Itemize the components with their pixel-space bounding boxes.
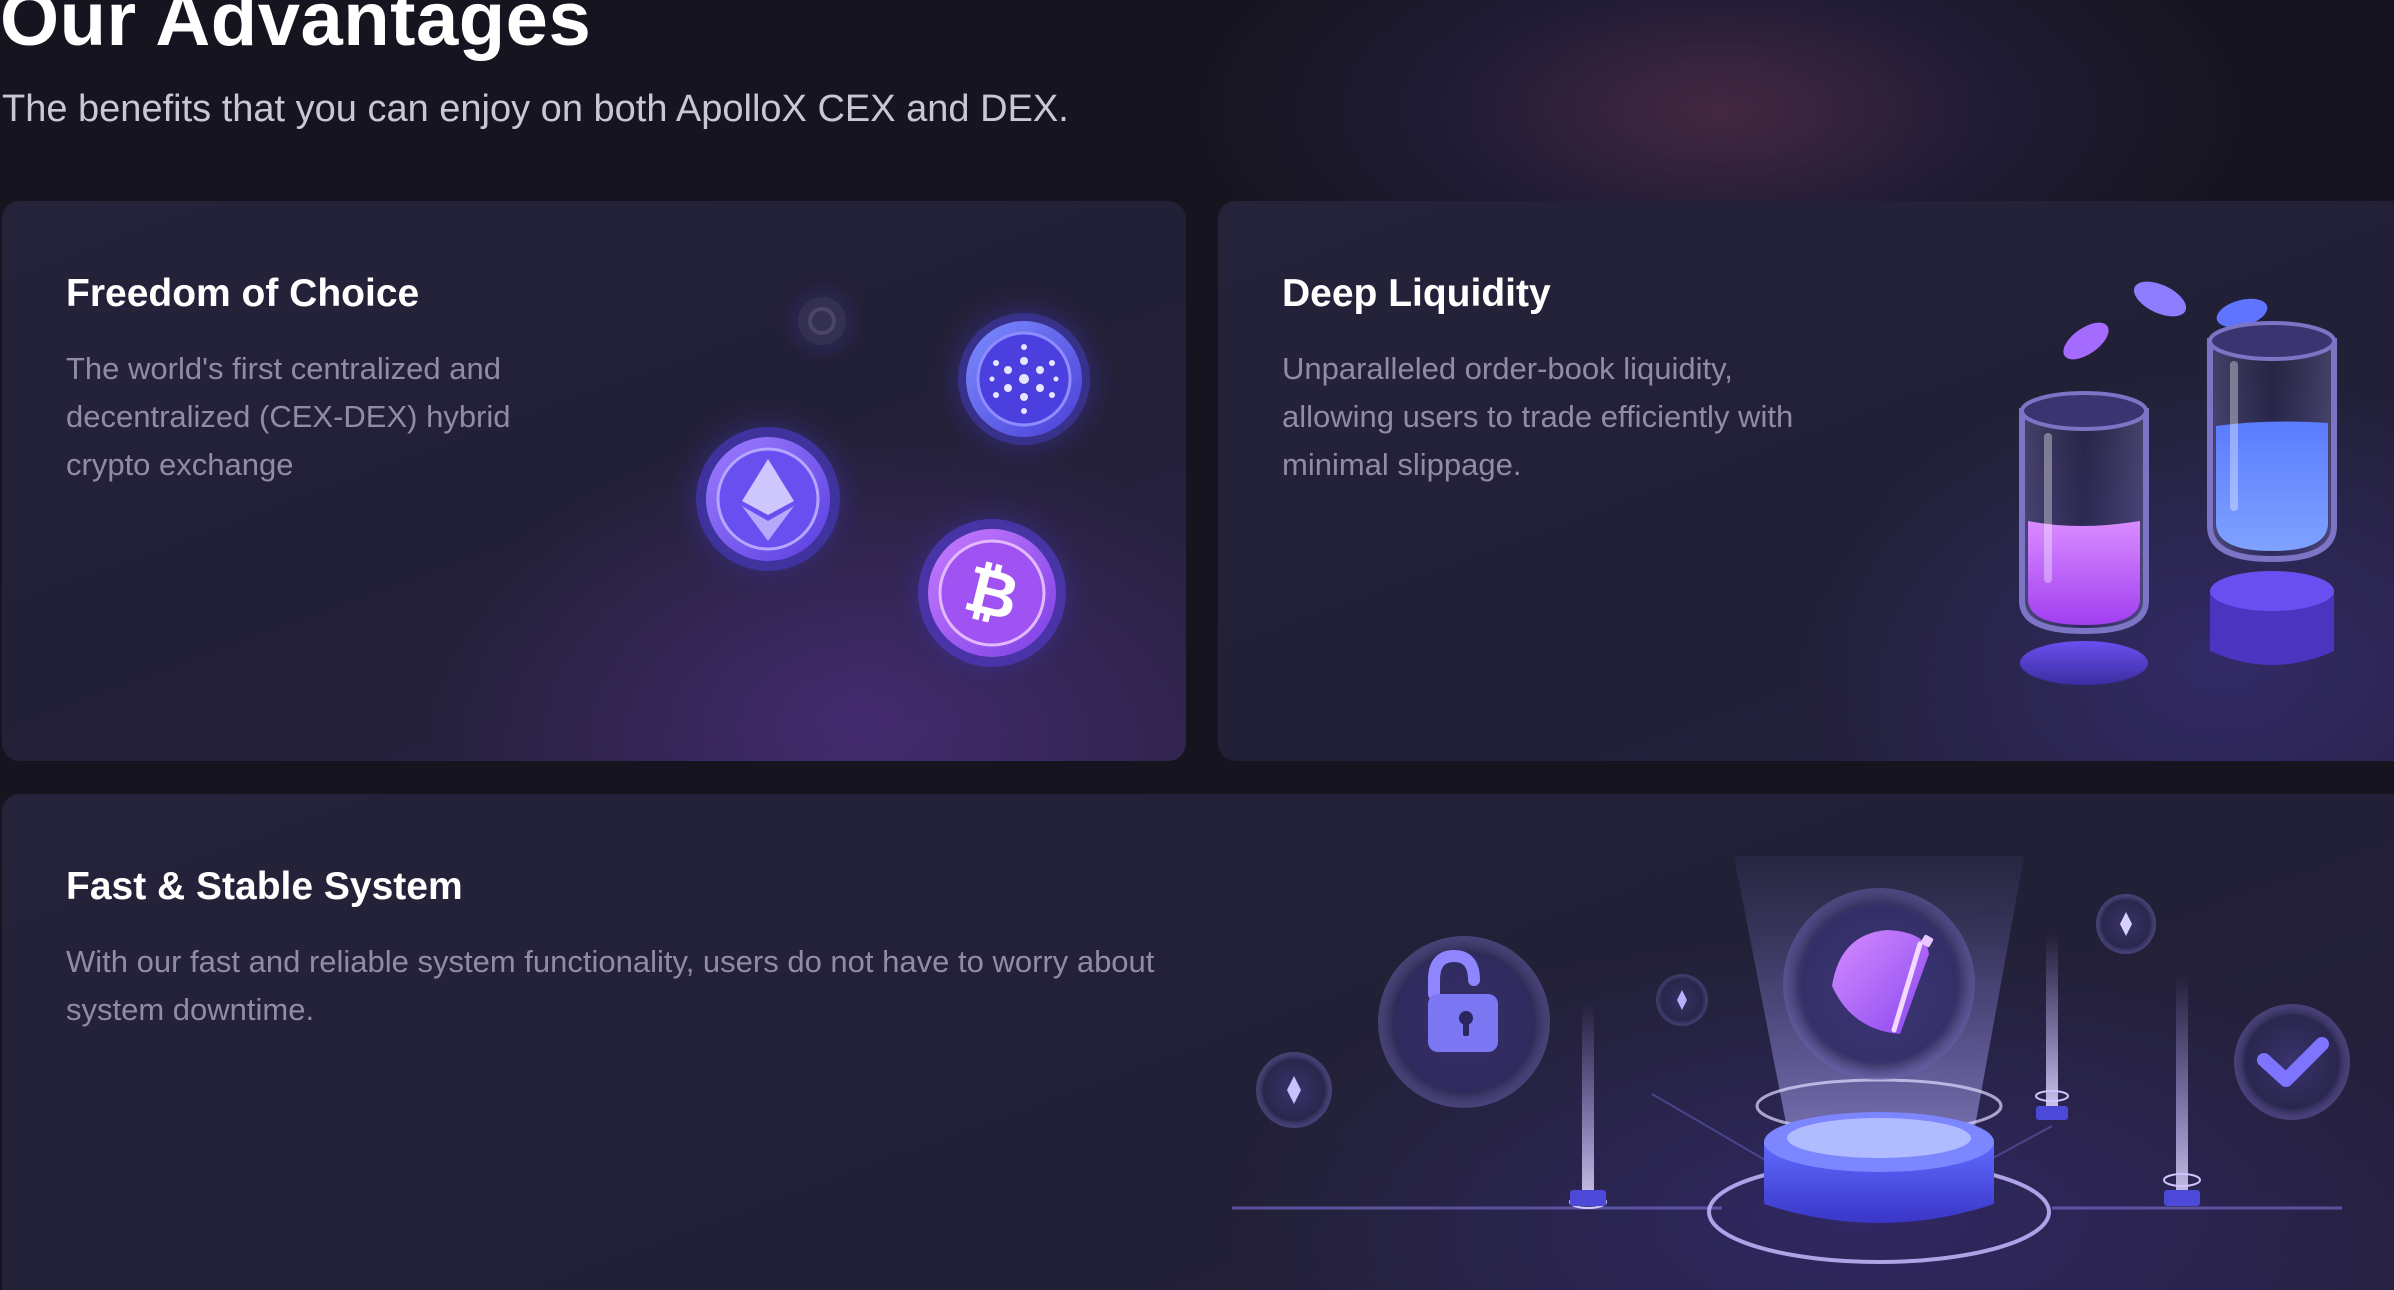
blurred-coin-icon [776, 275, 868, 367]
liquidity-tube-icon [2019, 391, 2149, 685]
pillar-mid-right [2035, 934, 2069, 1120]
card-fast-stable-system: Fast & Stable System With our fast and r… [2, 794, 2394, 1290]
section-subtitle: The benefits that you can enjoy on both … [2, 88, 1069, 130]
liquidity-tubes-illustration [2019, 281, 2337, 685]
diamond-icon [2096, 894, 2156, 954]
bitcoin-coin-icon: ₿ [888, 489, 1096, 697]
liquidity-tube-icon [2207, 321, 2337, 665]
advantages-page: Our Advantages The benefits that you can… [0, 0, 2394, 1290]
lock-icon [1378, 936, 1550, 1108]
cardano-coin-icon [930, 285, 1118, 473]
check-icon [2234, 1004, 2350, 1120]
logo-coin-icon [1783, 888, 1975, 1080]
card-deep-liquidity: Deep Liquidity Unparalleled order-book l… [1218, 201, 2394, 761]
diamond-icon [1256, 1052, 1332, 1128]
system-platform-illustration [1232, 856, 2350, 1264]
diamond-icon [1656, 974, 1708, 1026]
ethereum-coin-icon [666, 397, 870, 601]
pillar-left [1569, 1004, 1607, 1209]
card-freedom-of-choice: Freedom of Choice The world's first cent… [2, 201, 1186, 761]
section-title: Our Advantages [0, 0, 592, 62]
pillar-right [2163, 974, 2201, 1206]
pedestal-platform [1764, 1112, 1994, 1223]
crypto-coins-illustration: ₿ [666, 275, 1118, 697]
